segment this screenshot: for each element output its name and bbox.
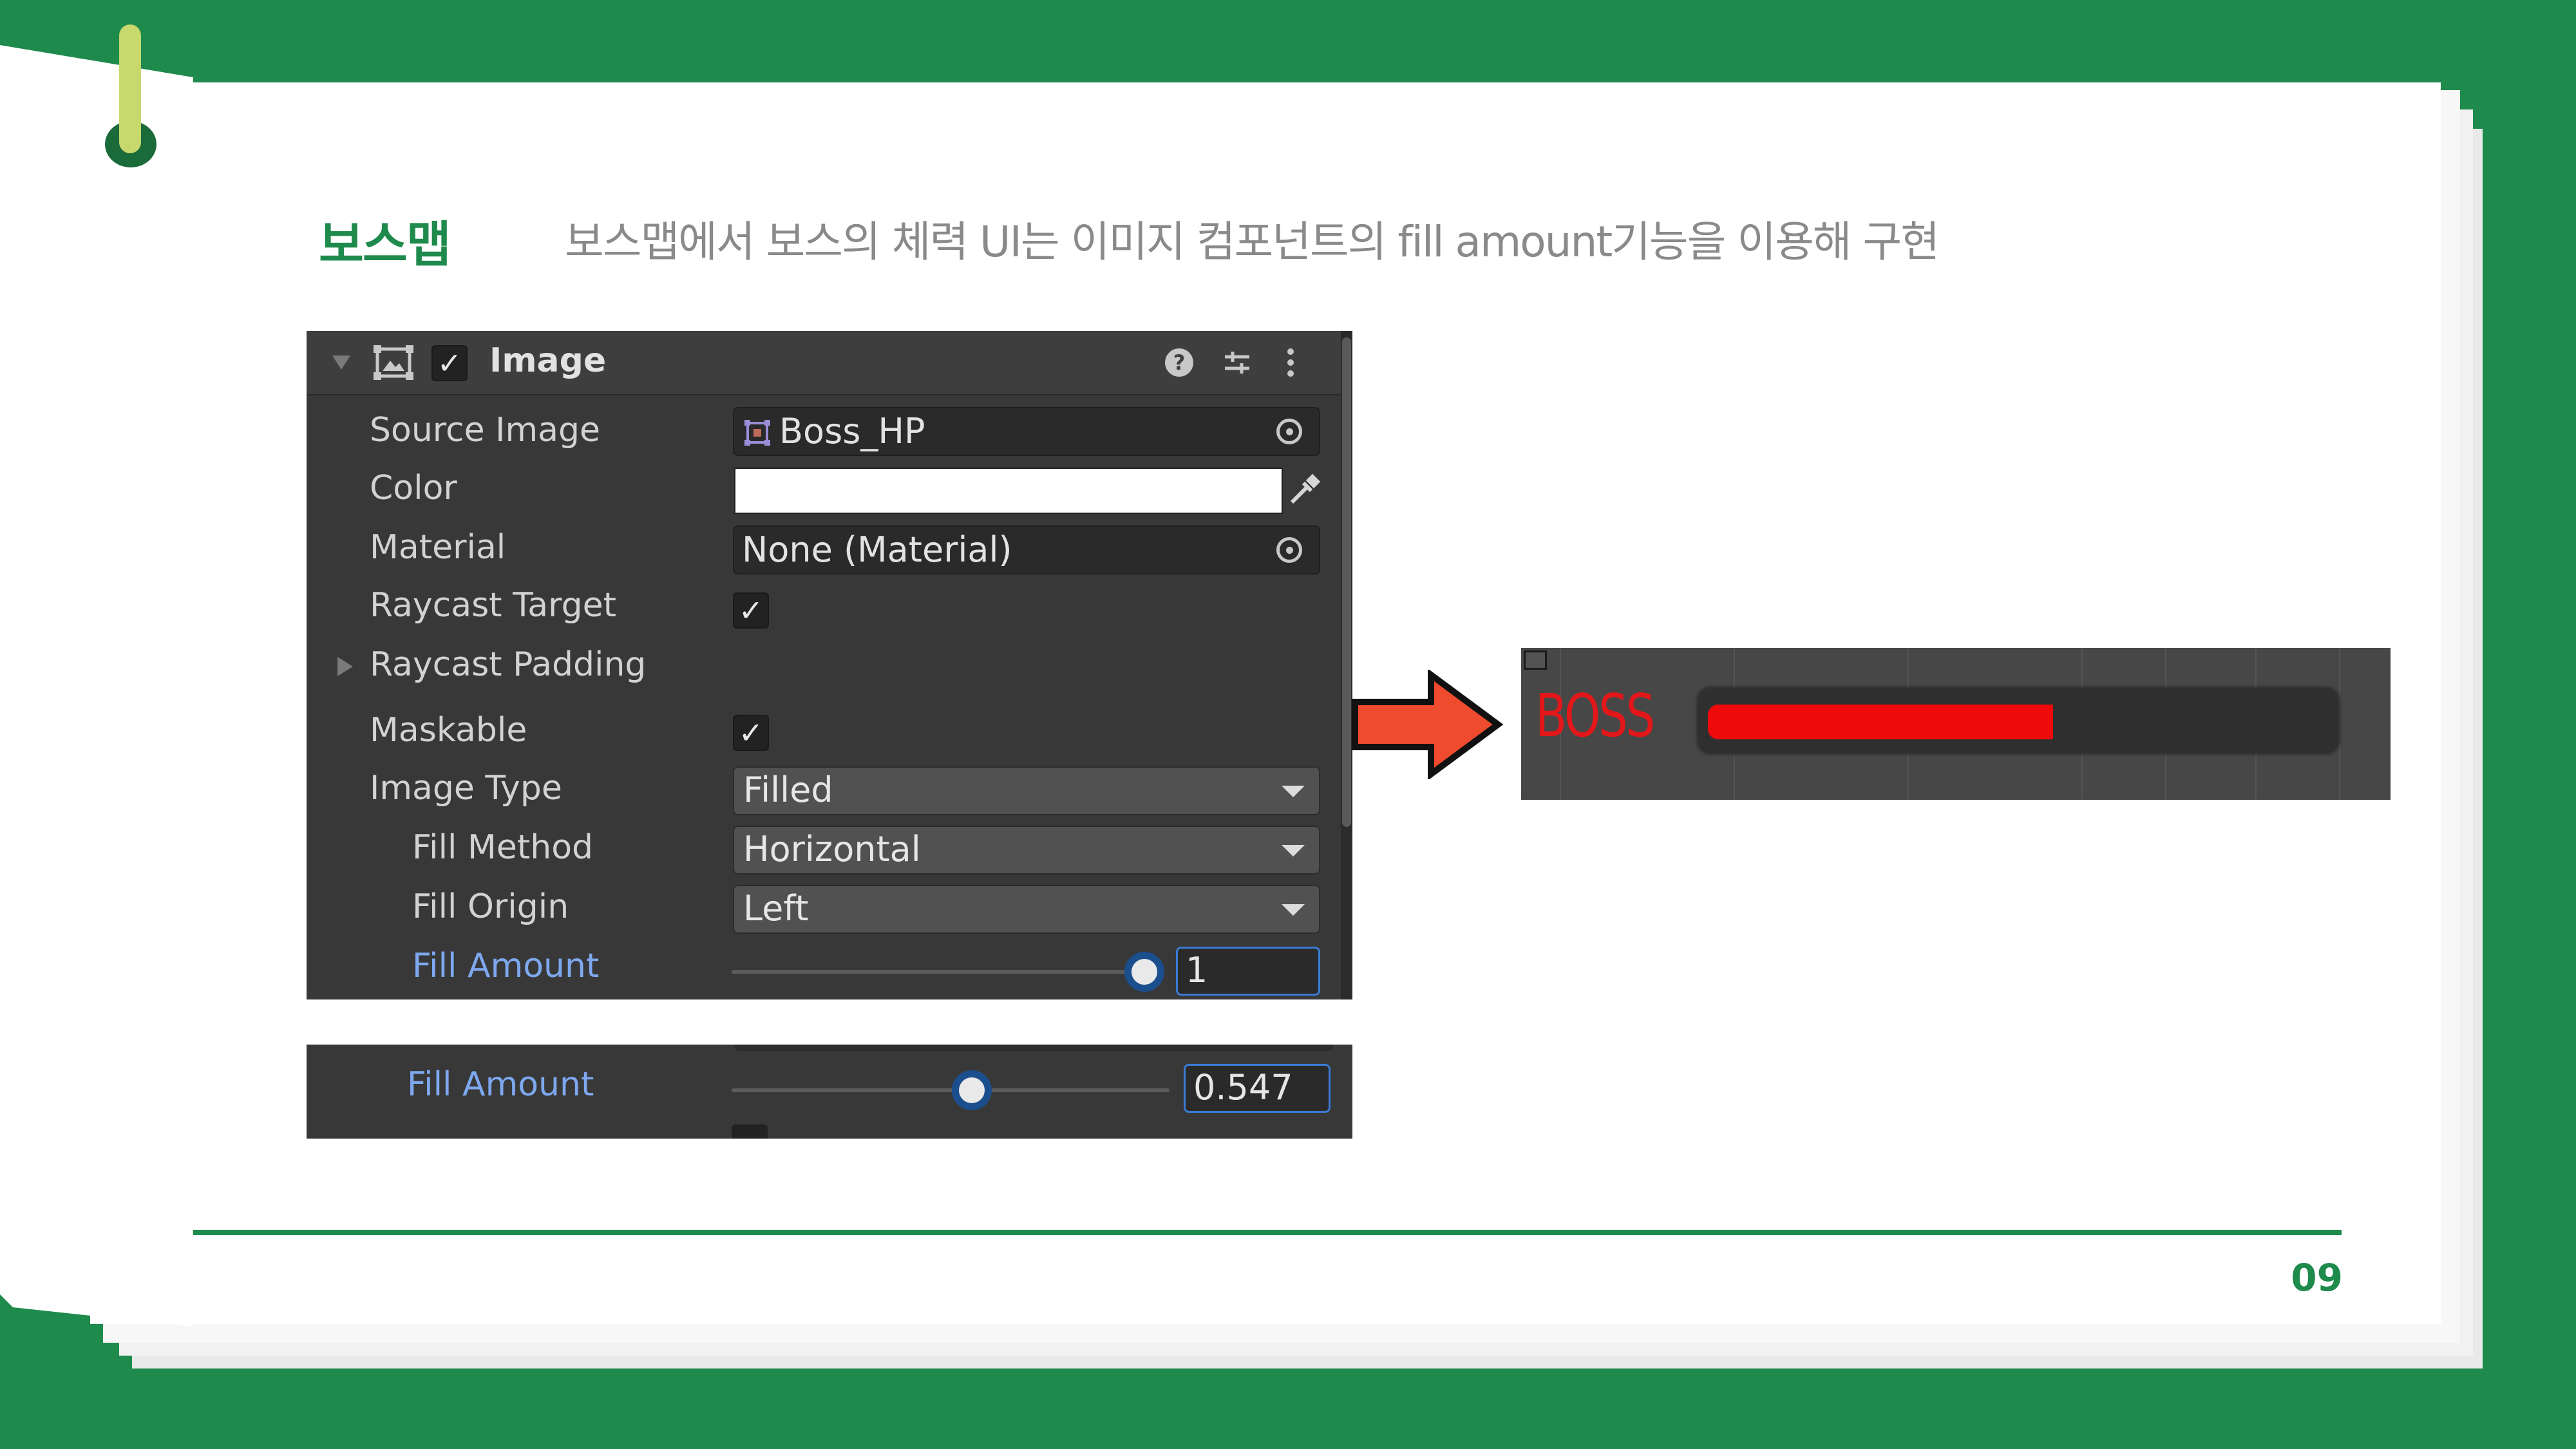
slide-title: 보스맵 [319,216,451,273]
fill-amount-input[interactable]: 0.547 [1184,1064,1331,1113]
foldout-arrow-icon[interactable] [330,350,353,374]
color-label: Color [370,469,457,507]
boss-hp-bar-fill [1708,705,2053,739]
scrollbar-thumb[interactable] [1342,337,1351,827]
cut-off-field [734,1045,1333,1051]
fill-method-value: Horizontal [743,829,921,869]
fill-amount-slider-track[interactable] [732,1088,1170,1092]
fill-origin-value: Left [743,888,809,929]
right-arrow-icon [1352,670,1504,779]
eyedropper-icon[interactable] [1285,471,1323,509]
fill-amount-slider-handle[interactable] [952,1070,992,1110]
slide-description: 보스맵에서 보스의 체력 UI는 이미지 컴포넌트의 fill amount기능… [565,217,1940,267]
foldout-arrow-icon[interactable] [335,656,354,677]
source-image-value: Boss_HP [779,411,925,451]
image-component-icon [374,345,413,380]
image-type-label: Image Type [370,769,562,808]
fill-origin-label: Fill Origin [412,887,569,926]
inspector-scrollbar[interactable] [1341,331,1352,999]
boss-label: BOSS [1535,681,1655,750]
handle-icon [1524,650,1547,670]
material-label: Material [370,528,506,567]
fill-method-dropdown[interactable]: Horizontal [733,826,1320,875]
svg-text:?: ? [1173,350,1186,375]
footer-rule [193,1230,2342,1235]
material-field[interactable]: None (Material) [733,526,1320,574]
cut-off-checkbox [732,1124,768,1139]
raycast-target-checkbox[interactable]: ✓ [733,592,769,629]
fill-amount-slider-track[interactable] [732,970,1157,974]
sprite-icon [744,420,770,446]
component-enabled-checkbox[interactable]: ✓ [431,345,468,381]
help-icon[interactable]: ? [1163,346,1195,379]
fill-amount-input[interactable]: 1 [1176,947,1320,996]
color-swatch[interactable] [734,468,1283,514]
image-type-value: Filled [743,770,833,810]
fill-method-label: Fill Method [412,828,594,867]
raycast-padding-label: Raycast Padding [370,645,647,684]
component-title: Image [489,341,607,380]
paper-curl-edge [0,45,193,1327]
image-type-dropdown[interactable]: Filled [733,766,1320,815]
image-component-inspector: ✓ Image ? Source Image Boss_HP Color Mat… [307,331,1352,999]
dropdown-caret-icon [1282,904,1305,916]
fill-amount-detail-panel: Fill Amount 0.547 [307,1045,1352,1139]
page-number: 09 [2291,1256,2343,1300]
fill-amount-label: Fill Amount [412,947,600,985]
fill-amount-slider-handle[interactable] [1124,952,1164,992]
object-picker-icon[interactable] [1276,419,1302,444]
source-image-field[interactable]: Boss_HP [733,407,1320,456]
fill-amount-label: Fill Amount [407,1065,594,1104]
object-picker-icon[interactable] [1276,537,1302,563]
maskable-label: Maskable [370,711,527,750]
binder-clip [119,24,141,153]
maskable-checkbox[interactable]: ✓ [733,715,769,751]
raycast-target-label: Raycast Target [370,586,616,625]
dropdown-caret-icon [1282,786,1305,797]
more-options-icon[interactable] [1284,346,1297,379]
boss-hp-preview: BOSS [1521,648,2391,800]
dropdown-caret-icon [1282,845,1305,857]
source-image-label: Source Image [370,411,600,450]
fill-origin-dropdown[interactable]: Left [733,885,1320,934]
preset-icon[interactable] [1221,346,1253,379]
